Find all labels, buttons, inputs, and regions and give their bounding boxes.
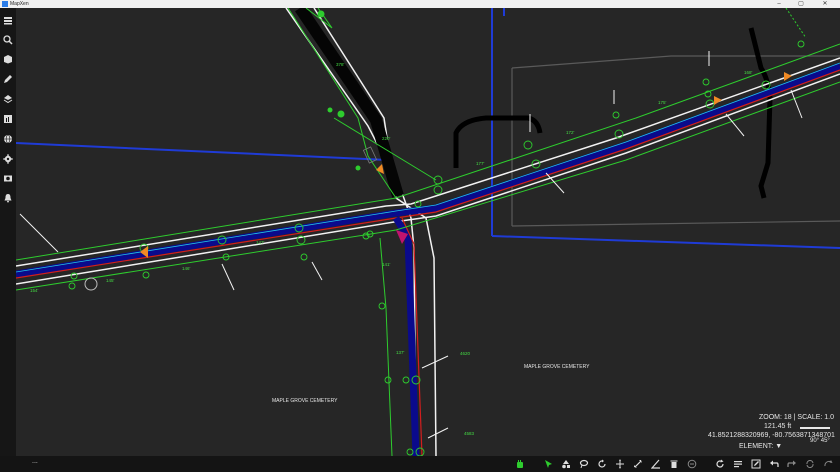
globe-icon[interactable] xyxy=(2,133,14,145)
trash-icon[interactable] xyxy=(668,458,680,470)
structure-outline xyxy=(362,146,378,164)
status-text: ... xyxy=(32,458,38,465)
road-fill xyxy=(295,8,404,198)
edit-icon[interactable] xyxy=(2,73,14,85)
maximize-button[interactable]: ▢ xyxy=(792,0,810,8)
stack-icon[interactable] xyxy=(2,93,14,105)
service-line xyxy=(16,62,840,273)
lot-outline xyxy=(511,220,840,227)
layers-icon[interactable] xyxy=(2,14,14,26)
zoom-readout: ZOOM: 18 | SCALE: 1.0 xyxy=(759,414,835,421)
place-label: MAPLE GROVE CEMETERY xyxy=(272,398,338,404)
segment-label: 220' xyxy=(382,136,391,141)
list-icon[interactable] xyxy=(732,458,744,470)
rotate-view-icon[interactable] xyxy=(822,458,834,470)
app-icon xyxy=(2,1,8,7)
angle-icon[interactable] xyxy=(650,458,662,470)
redo-icon[interactable] xyxy=(786,458,798,470)
settings-icon[interactable] xyxy=(2,153,14,165)
segment-label: 137' xyxy=(396,350,405,355)
bottom-toolbar: ... xyxy=(0,456,840,472)
segment-label: 175' xyxy=(658,100,667,105)
scale-value: 1.0 xyxy=(824,414,835,421)
node-label: 4583 xyxy=(464,431,475,436)
segment-label: 378' xyxy=(336,62,345,67)
leader-line xyxy=(427,427,449,439)
app-title: MapXen xyxy=(10,1,29,7)
leader-line xyxy=(311,261,323,281)
select-icon[interactable] xyxy=(543,458,555,470)
segment-label: 141' xyxy=(382,262,391,267)
parcel-boundary xyxy=(16,142,389,161)
map-svg[interactable]: 154' 145' 146' 147' 177' 172' 175' 168' … xyxy=(16,8,840,456)
minimize-button[interactable]: – xyxy=(770,0,788,8)
rotation-angles[interactable]: 90° 45° xyxy=(810,438,830,444)
marker-icon[interactable] xyxy=(376,164,384,174)
leader-line xyxy=(725,113,745,137)
segment-label: 147' xyxy=(256,240,265,245)
hydrant-icon[interactable] xyxy=(317,10,325,18)
map-canvas[interactable]: 154' 145' 146' 147' 177' 172' 175' 168' … xyxy=(16,8,840,456)
leader-line xyxy=(790,89,803,119)
segment-label: 154' xyxy=(30,288,39,293)
cube-icon[interactable] xyxy=(2,53,14,65)
sync-icon[interactable] xyxy=(804,458,816,470)
shapes-icon[interactable] xyxy=(560,458,572,470)
hand-icon[interactable] xyxy=(514,458,526,470)
report-icon[interactable] xyxy=(2,113,14,125)
element-selector[interactable]: ELEMENT: ▼ xyxy=(739,443,782,450)
zoom-value: 18 xyxy=(783,414,792,421)
segment-label: 168' xyxy=(744,70,753,75)
move-icon[interactable] xyxy=(614,458,626,470)
rotate-icon[interactable] xyxy=(596,458,608,470)
title-bar: MapXen – ▢ ✕ xyxy=(0,0,840,8)
black-line xyxy=(453,115,543,168)
node-label: 4620 xyxy=(460,351,471,356)
bell-icon[interactable] xyxy=(2,192,14,204)
segment-label: 145' xyxy=(106,278,115,283)
lasso-icon[interactable] xyxy=(578,458,590,470)
segment-label: 177' xyxy=(476,161,485,166)
segment-label: 172' xyxy=(566,130,575,135)
undo-icon[interactable] xyxy=(768,458,780,470)
marker-icon[interactable] xyxy=(784,72,792,81)
refresh-icon[interactable] xyxy=(714,458,726,470)
place-label: MAPLE GROVE CEMETERY xyxy=(524,364,590,370)
parcel-boundary xyxy=(491,235,840,249)
search-icon[interactable] xyxy=(2,34,14,46)
hydrant-icon[interactable] xyxy=(355,165,361,171)
leader-line xyxy=(221,263,235,291)
green-line xyxy=(785,8,807,39)
selection-circle[interactable] xyxy=(84,277,98,291)
hydrant-icon[interactable] xyxy=(337,110,345,118)
camera-icon[interactable] xyxy=(2,172,14,184)
segment-label: 146' xyxy=(182,266,191,271)
marker-icon[interactable] xyxy=(714,96,722,105)
green-line xyxy=(379,237,393,456)
edit-box-icon[interactable] xyxy=(750,458,762,470)
leader-line xyxy=(19,213,59,253)
water-main-vertical xyxy=(392,216,420,456)
scale-bar xyxy=(800,427,830,429)
scale-distance: 121.45 ft xyxy=(764,423,792,430)
hydrant-icon[interactable] xyxy=(327,107,333,113)
close-button[interactable]: ✕ xyxy=(816,0,834,8)
left-toolbar xyxy=(0,8,16,464)
resize-icon[interactable] xyxy=(632,458,644,470)
minus-circle-icon[interactable] xyxy=(686,458,698,470)
